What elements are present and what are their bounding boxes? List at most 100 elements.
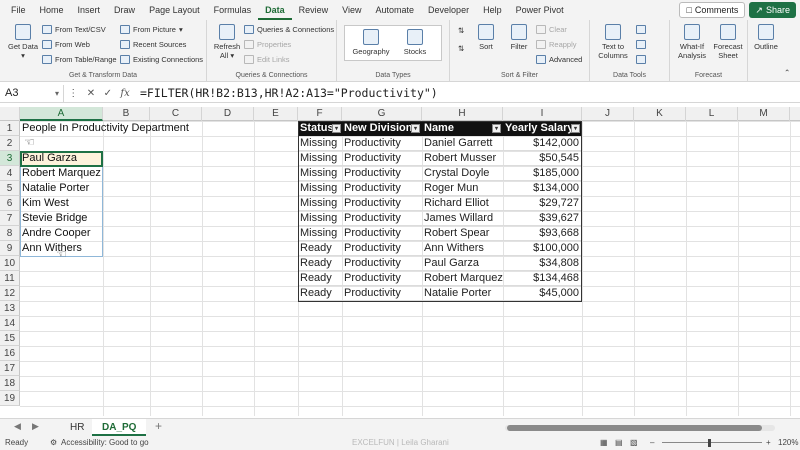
cell-salary[interactable]: $93,668 [503, 226, 582, 241]
formula-input[interactable]: =FILTER(HR!B2:B13,HR!A2:A13="Productivit… [134, 86, 438, 100]
refresh-all-button[interactable]: Refresh All ▾ [212, 24, 242, 60]
add-sheet-icon[interactable]: + [155, 419, 162, 433]
chevron-right-icon[interactable]: ▶ [32, 421, 39, 432]
cell-a3[interactable]: Paul Garza [20, 151, 77, 166]
cancel-icon[interactable]: ✕ [87, 88, 95, 99]
flash-fill-button[interactable] [636, 25, 646, 34]
cell-status[interactable]: Missing [298, 196, 342, 211]
filter-dropdown-icon[interactable]: ▾ [492, 124, 501, 133]
zoom-in-icon[interactable]: + [766, 438, 771, 447]
column-header-m[interactable]: M [738, 107, 790, 121]
column-header-d[interactable]: D [202, 107, 254, 121]
from-picture-button[interactable]: From Picture ▾ [120, 25, 183, 34]
column-header-h[interactable]: H [422, 107, 503, 121]
recent-sources-button[interactable]: Recent Sources [120, 40, 186, 49]
row-header[interactable]: 3 [0, 151, 20, 166]
scrollbar-thumb[interactable] [507, 425, 762, 431]
menu-tab-review[interactable]: Review [292, 0, 336, 20]
cell-a9[interactable]: Ann Withers [20, 241, 82, 256]
cell-name[interactable]: Ann Withers [422, 241, 503, 256]
column-header-j[interactable]: J [582, 107, 634, 121]
zoom-level[interactable]: 120% [778, 438, 798, 447]
row-header[interactable]: 14 [0, 316, 20, 331]
cell-division[interactable]: Productivity [342, 256, 422, 271]
cell-division[interactable]: Productivity [342, 181, 422, 196]
page-layout-view-icon[interactable]: ▤ [615, 438, 623, 447]
cell-division[interactable]: Productivity [342, 151, 422, 166]
stocks-button[interactable]: Stocks [397, 29, 433, 56]
cell-salary[interactable]: $45,000 [503, 286, 582, 301]
cell-division[interactable]: Productivity [342, 211, 422, 226]
row-header[interactable]: 8 [0, 226, 20, 241]
cell-division[interactable]: Productivity [342, 241, 422, 256]
cell-status[interactable]: Missing [298, 166, 342, 181]
sort-az-button[interactable]: ⇅ [458, 26, 464, 35]
menu-tab-draw[interactable]: Draw [107, 0, 142, 20]
properties-button[interactable]: Properties [244, 40, 291, 49]
cell-name[interactable]: Robert Musser [422, 151, 503, 166]
zoom-out-icon[interactable]: – [650, 438, 654, 447]
zoom-slider[interactable] [662, 442, 762, 443]
cell-a5[interactable]: Natalie Porter [20, 181, 89, 196]
edit-links-button[interactable]: Edit Links [244, 55, 290, 64]
row-header[interactable]: 5 [0, 181, 20, 196]
menu-tab-data[interactable]: Data [258, 0, 292, 20]
cell-status[interactable]: Missing [298, 136, 342, 151]
cell-division[interactable]: Productivity [342, 271, 422, 286]
row-header[interactable]: 6 [0, 196, 20, 211]
cell-status[interactable]: Ready [298, 286, 342, 301]
cell-name[interactable]: Daniel Garrett [422, 136, 503, 151]
column-header-i[interactable]: I [503, 107, 582, 121]
collapse-ribbon-button[interactable]: ⌃ [784, 68, 790, 77]
cell-name[interactable]: Robert Marquez [422, 271, 503, 286]
row-header[interactable]: 4 [0, 166, 20, 181]
cell-name[interactable]: Robert Spear [422, 226, 503, 241]
filter-dropdown-icon[interactable]: ▾ [571, 124, 580, 133]
sort-za-button[interactable]: ⇅ [458, 44, 464, 53]
cell-status[interactable]: Missing [298, 211, 342, 226]
menu-tab-view[interactable]: View [335, 0, 368, 20]
row-header[interactable]: 15 [0, 331, 20, 346]
row-header[interactable]: 17 [0, 361, 20, 376]
menu-tab-power-pivot[interactable]: Power Pivot [509, 0, 571, 20]
cell-status[interactable]: Ready [298, 256, 342, 271]
row-header[interactable]: 12 [0, 286, 20, 301]
cell-salary[interactable]: $134,468 [503, 271, 582, 286]
cell-salary[interactable]: $185,000 [503, 166, 582, 181]
chevron-left-icon[interactable]: ◀ [14, 421, 21, 432]
header-new-division[interactable]: New Division [342, 121, 422, 136]
text-to-columns-button[interactable]: Text to Columns [594, 24, 632, 60]
column-header-c[interactable]: C [150, 107, 202, 121]
cell-a7[interactable]: Stevie Bridge [20, 211, 87, 226]
cell-a1-title[interactable]: People In Productivity Department [20, 121, 189, 136]
cell-name[interactable]: Paul Garza [422, 256, 503, 271]
filter-dropdown-icon[interactable]: ▾ [332, 124, 341, 133]
cell-salary[interactable]: $100,000 [503, 241, 582, 256]
cell-salary[interactable]: $142,000 [503, 136, 582, 151]
column-header-e[interactable]: E [254, 107, 298, 121]
column-header-f[interactable]: F [298, 107, 342, 121]
cell-a8[interactable]: Andre Cooper [20, 226, 91, 241]
row-header[interactable]: 1 [0, 121, 20, 136]
column-header-l[interactable]: L [686, 107, 738, 121]
cell-salary[interactable]: $29,727 [503, 196, 582, 211]
cell-salary[interactable]: $34,808 [503, 256, 582, 271]
clear-button[interactable]: Clear [536, 25, 567, 34]
column-header-g[interactable]: G [342, 107, 422, 121]
cell-status[interactable]: Ready [298, 271, 342, 286]
forecast-sheet-button[interactable]: Forecast Sheet [712, 24, 744, 60]
header-name[interactable]: Name [422, 121, 503, 136]
horizontal-scrollbar[interactable] [505, 425, 775, 431]
remove-duplicates-button[interactable] [636, 40, 646, 49]
comments-button[interactable]: □ Comments [679, 2, 746, 18]
name-box[interactable]: A3 ▾ [0, 84, 64, 102]
cell-division[interactable]: Productivity [342, 166, 422, 181]
sheet-tab-hr[interactable]: HR [60, 419, 94, 436]
row-header[interactable]: 11 [0, 271, 20, 286]
filter-dropdown-icon[interactable]: ▾ [411, 124, 420, 133]
queries-connections-button[interactable]: Queries & Connections [244, 25, 334, 34]
row-header[interactable]: 10 [0, 256, 20, 271]
row-header[interactable]: 18 [0, 376, 20, 391]
row-header[interactable]: 19 [0, 391, 20, 406]
row-header[interactable]: 2 [0, 136, 20, 151]
